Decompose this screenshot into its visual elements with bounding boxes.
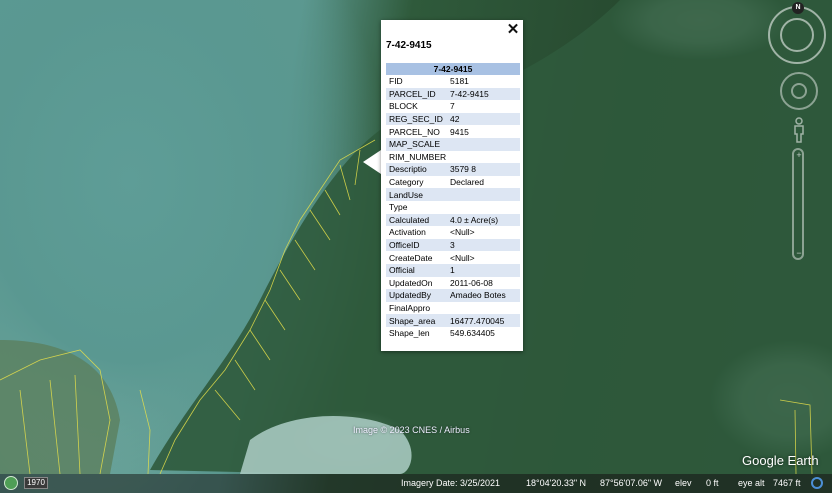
attribute-value: 7 xyxy=(450,101,455,112)
attribute-key: Shape_area xyxy=(386,314,447,327)
attribute-value: 42 xyxy=(447,112,520,126)
attribute-row: Shape_len 549.634405 xyxy=(386,327,520,340)
elevation-label: elev xyxy=(675,478,692,488)
attribute-value: 5181 xyxy=(450,76,469,87)
attribute-row: BLOCK 7 xyxy=(386,100,520,113)
attribute-key: REG_SEC_ID xyxy=(386,112,447,126)
attribute-row: Category Declared xyxy=(386,176,520,189)
attribute-key: BLOCK xyxy=(389,101,418,112)
attribute-value: Amadeo Botes xyxy=(447,289,520,302)
attribute-row: PARCEL_ID 7-42-9415 xyxy=(386,87,520,101)
attribute-value: 16477.470045 xyxy=(447,314,520,327)
historical-year-badge[interactable]: 1970 xyxy=(24,477,48,489)
attribute-value: 3579 8 xyxy=(447,163,520,176)
imagery-copyright: Image © 2023 CNES / Airbus xyxy=(353,425,470,435)
attribute-row: Shape_area 16477.470045 xyxy=(386,314,520,327)
attribute-value xyxy=(447,302,520,315)
attribute-value: 549.634405 xyxy=(450,328,495,339)
attribute-value: 2011-06-08 xyxy=(450,277,493,288)
attribute-row: Descriptio 3579 8 xyxy=(386,163,520,176)
latitude-readout: 18°04'20.33" N xyxy=(526,478,587,488)
popup-pointer xyxy=(363,150,381,174)
parcel-info-popup: ✕ 7-42-9415 7-42-9415 FID 5181 PARCEL_ID 7-… xyxy=(381,20,523,351)
attribute-value xyxy=(447,201,520,214)
historical-imagery-icon[interactable] xyxy=(4,476,18,490)
attribute-value: <Null> xyxy=(450,227,475,238)
attribute-key: Calculated xyxy=(386,213,447,227)
attribute-key: RIM_NUMBER xyxy=(389,151,447,162)
attribute-row: REG_SEC_ID 42 xyxy=(386,112,520,126)
streaming-status-icon xyxy=(811,477,823,489)
status-bar: 1970 Imagery Date: 3/25/2021 18°04'20.33… xyxy=(0,474,832,493)
attribute-value: 1 xyxy=(447,263,520,277)
compass-center[interactable] xyxy=(780,18,814,52)
imagery-date: Imagery Date: 3/25/2021 xyxy=(401,478,501,488)
close-icon[interactable]: ✕ xyxy=(505,22,521,38)
attribute-value: 4.0 ± Acre(s) xyxy=(447,213,520,227)
attribute-row: CreateDate <Null> xyxy=(386,251,520,264)
attribute-value xyxy=(447,151,520,164)
elevation-value: 0 ft xyxy=(706,478,719,488)
attribute-row: OfficeID 3 xyxy=(386,238,520,252)
attribute-value xyxy=(447,137,520,151)
attribute-key: Type xyxy=(389,202,408,213)
zoom-in-icon[interactable]: + xyxy=(795,151,803,160)
attribute-value: 9415 xyxy=(450,126,469,137)
attribute-row: Official 1 xyxy=(386,263,520,277)
attribute-value: 7-42-9415 xyxy=(447,87,520,101)
look-joystick-center[interactable] xyxy=(791,83,807,99)
attribute-key: MAP_SCALE xyxy=(386,137,447,151)
attribute-row: MAP_SCALE xyxy=(386,137,520,151)
attribute-key: Category xyxy=(389,177,424,188)
look-joystick[interactable] xyxy=(780,72,818,110)
google-earth-logo: Google Earth xyxy=(742,453,819,468)
compass-ring[interactable]: N xyxy=(768,2,826,64)
attribute-value: 3 xyxy=(447,238,520,252)
attribute-row: LandUse xyxy=(386,188,520,201)
attribute-key: Activation xyxy=(389,227,426,238)
zoom-out-icon[interactable]: − xyxy=(795,249,803,258)
attribute-row: FID 5181 xyxy=(386,75,520,88)
longitude-readout: 87°56'07.06" W xyxy=(600,478,663,488)
attribute-key: FID xyxy=(389,76,403,87)
attribute-value: <Null> xyxy=(450,252,475,263)
attribute-row: RIM_NUMBER xyxy=(386,151,520,164)
attribute-value xyxy=(447,188,520,201)
zoom-slider[interactable]: + − xyxy=(792,148,804,260)
attribute-key: Official xyxy=(386,263,447,277)
attribute-key: UpdatedBy xyxy=(386,289,447,302)
eye-altitude-value: 7467 ft xyxy=(773,478,801,488)
attribute-row: Calculated 4.0 ± Acre(s) xyxy=(386,213,520,227)
attribute-key: PARCEL_ID xyxy=(386,87,447,101)
attribute-key: OfficeID xyxy=(386,238,447,252)
attribute-key: FinalAppro xyxy=(389,302,431,313)
attribute-key: LandUse xyxy=(386,188,447,201)
attribute-row: UpdatedOn 2011-06-08 xyxy=(386,277,520,290)
attribute-row: FinalAppro xyxy=(386,302,520,315)
attribute-table-header: 7-42-9415 xyxy=(386,63,520,75)
street-view-person-icon[interactable] xyxy=(792,117,806,143)
attribute-table: 7-42-9415 FID 5181 PARCEL_ID 7-42-9415 BLOCK… xyxy=(386,63,520,339)
attribute-row: Type xyxy=(386,201,520,214)
attribute-key: UpdatedOn xyxy=(389,277,433,288)
eye-altitude-label: eye alt xyxy=(738,478,765,488)
attribute-row: UpdatedBy Amadeo Botes xyxy=(386,289,520,302)
popup-title: 7-42-9415 xyxy=(386,40,432,51)
attribute-key: CreateDate xyxy=(389,252,433,263)
attribute-key: PARCEL_NO xyxy=(389,126,440,137)
attribute-value: Declared xyxy=(450,177,485,188)
attribute-row: PARCEL_NO 9415 xyxy=(386,125,520,138)
attribute-key: Shape_len xyxy=(389,328,430,339)
attribute-key: Descriptio xyxy=(386,163,447,176)
attribute-row: Activation <Null> xyxy=(386,226,520,239)
north-indicator[interactable]: N xyxy=(792,2,804,14)
shallow-reef xyxy=(0,340,120,474)
